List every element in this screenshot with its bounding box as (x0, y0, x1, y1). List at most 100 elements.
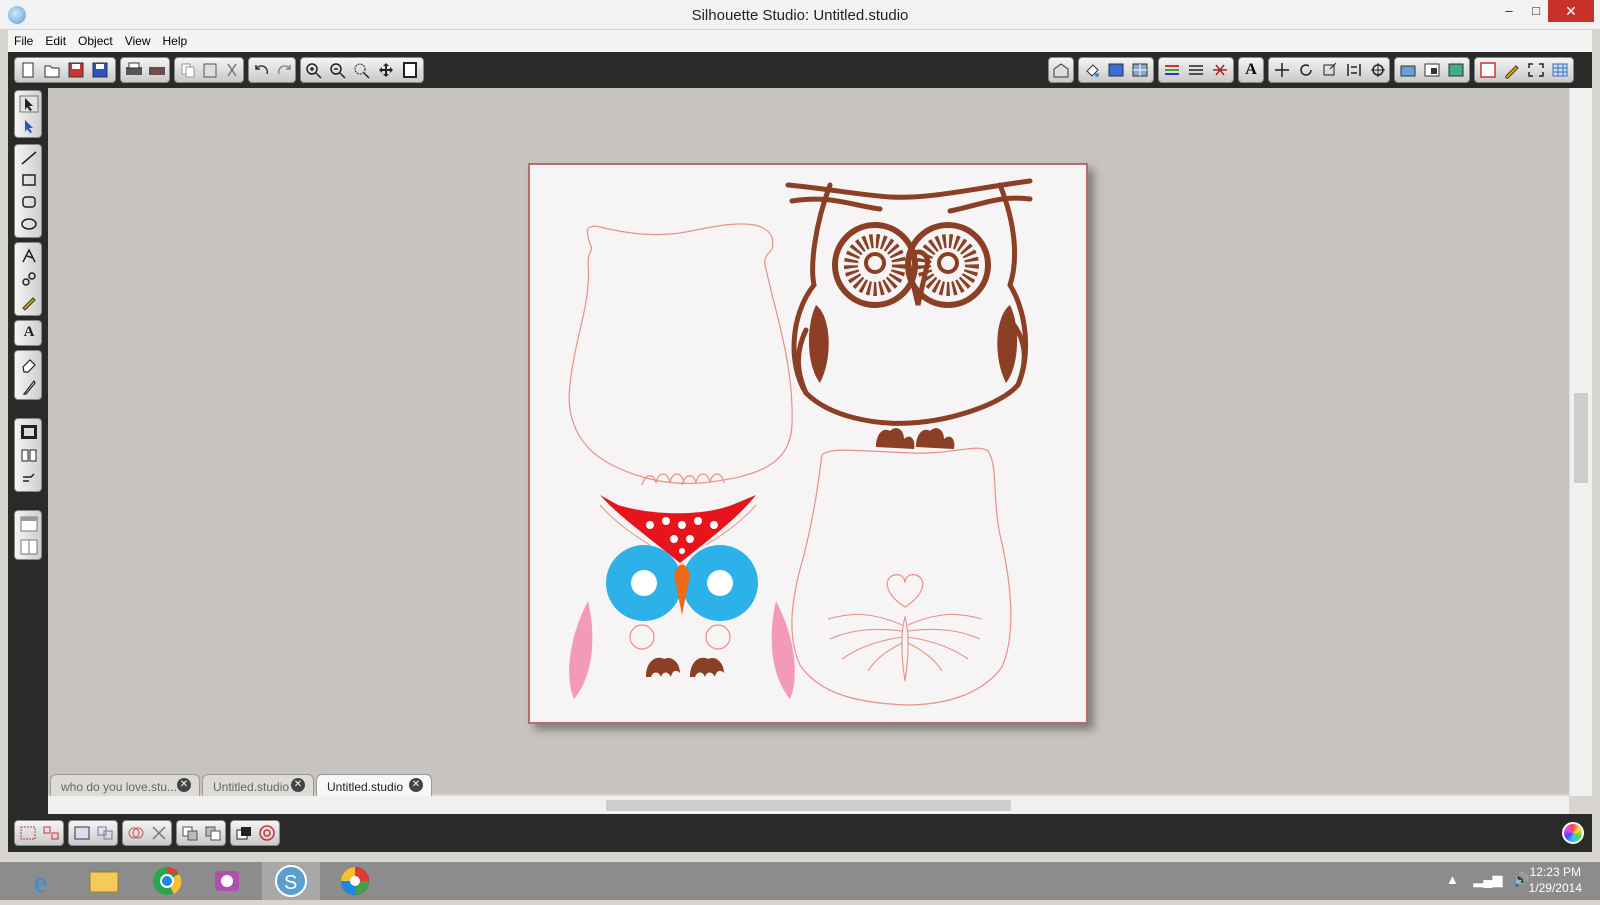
trace-icon[interactable] (1398, 61, 1418, 79)
color-wheel-icon[interactable] (1562, 822, 1584, 844)
make-compound-icon[interactable] (72, 824, 92, 842)
small-brown-feet (646, 657, 724, 677)
window-title: Silhouette Studio: Untitled.studio (691, 7, 909, 24)
ungroup-icon[interactable] (41, 824, 61, 842)
select-icon[interactable] (19, 95, 39, 113)
eraser-icon[interactable] (19, 355, 39, 373)
internet-explorer-icon[interactable]: e (16, 862, 74, 900)
line-icon[interactable] (19, 149, 39, 167)
print-cut-icon[interactable] (147, 61, 167, 79)
system-tray-icons[interactable]: ▲ ▂▄▆ 🔊 (1446, 872, 1530, 888)
minimize-button[interactable]: – (1494, 0, 1524, 22)
picasa-icon[interactable] (326, 862, 384, 900)
menu-view[interactable]: View (119, 30, 157, 48)
panel-1-icon[interactable] (19, 515, 39, 533)
modify-icon[interactable] (1446, 61, 1466, 79)
release-compound-icon[interactable] (95, 824, 115, 842)
line-style-icon[interactable] (1186, 61, 1206, 79)
close-tab-icon[interactable]: ✕ (409, 778, 423, 792)
zoom-out-icon[interactable] (328, 61, 348, 79)
silhouette-studio-icon[interactable]: S (262, 862, 320, 900)
redo-icon[interactable] (274, 61, 294, 79)
cut-settings-icon[interactable] (1210, 61, 1230, 79)
save-icon[interactable] (66, 61, 86, 79)
maximize-button[interactable]: □ (1521, 0, 1551, 22)
edit-points-icon[interactable] (19, 117, 39, 135)
fill-pattern-icon[interactable] (1130, 61, 1150, 79)
menu-file[interactable]: File (8, 30, 39, 48)
rotate-icon[interactable] (1296, 61, 1316, 79)
cutting-page[interactable] (528, 163, 1088, 724)
horizontal-scrollbar[interactable] (48, 796, 1569, 814)
print-icon[interactable] (124, 61, 144, 79)
tab-untitled-active[interactable]: Untitled.studio ✕ (316, 774, 432, 796)
vertical-scrollbar[interactable] (1569, 88, 1592, 796)
sketch-icon[interactable] (1502, 61, 1522, 79)
tab-untitled-1[interactable]: Untitled.studio ✕ (202, 774, 314, 796)
rectangle-icon[interactable] (19, 171, 39, 189)
freehand-icon[interactable] (19, 293, 39, 311)
library-icon[interactable] (1051, 61, 1071, 79)
store-icon[interactable] (19, 469, 39, 487)
fullscreen-icon[interactable] (1526, 61, 1546, 79)
offset-icon[interactable] (1422, 61, 1442, 79)
knife-icon[interactable] (19, 378, 39, 396)
ellipse-icon[interactable] (19, 215, 39, 233)
text-icon[interactable]: A (19, 324, 39, 342)
mirror-icon[interactable] (203, 824, 223, 842)
zoom-in-icon[interactable] (304, 61, 324, 79)
paste-icon[interactable] (200, 61, 220, 79)
svg-text:e: e (34, 866, 47, 899)
tab-who-do-you-love[interactable]: who do you love.stu... ✕ (50, 774, 200, 796)
save-library-icon[interactable] (90, 61, 110, 79)
cut-icon[interactable] (222, 61, 242, 79)
scale-icon[interactable] (1320, 61, 1340, 79)
clock[interactable]: 12:23 PM 1/29/2014 (1529, 864, 1582, 896)
align-icon[interactable] (1344, 61, 1364, 79)
menu-help[interactable]: Help (157, 30, 194, 48)
weld-icon[interactable] (126, 824, 146, 842)
menu-object[interactable]: Object (72, 30, 119, 48)
offset-tool-icon[interactable] (257, 824, 277, 842)
new-icon[interactable] (18, 61, 38, 79)
bring-front-icon[interactable] (234, 824, 254, 842)
fill-gradient-icon[interactable] (1106, 61, 1126, 79)
close-tab-icon[interactable]: ✕ (177, 778, 191, 792)
zoom-tools-group (300, 57, 424, 83)
page-view-icon[interactable] (19, 423, 39, 441)
copy-icon[interactable] (178, 61, 198, 79)
menu-edit[interactable]: Edit (39, 30, 72, 48)
rounded-rectangle-icon[interactable] (19, 193, 39, 211)
file-explorer-icon[interactable] (74, 862, 132, 900)
clipboard-tools-group (174, 57, 244, 83)
grid-icon[interactable] (1550, 61, 1570, 79)
curve-icon[interactable] (19, 270, 39, 288)
zoom-select-icon[interactable] (352, 61, 372, 79)
line-color-icon[interactable] (1162, 61, 1182, 79)
undo-icon[interactable] (252, 61, 272, 79)
panel-2-icon[interactable] (19, 538, 39, 556)
fit-page-icon[interactable] (400, 61, 420, 79)
library-panel-icon[interactable] (19, 446, 39, 464)
close-button[interactable]: ✕ (1548, 0, 1594, 22)
page-settings-icon[interactable] (1478, 61, 1498, 79)
pan-icon[interactable] (376, 61, 396, 79)
line-tools-group (1158, 57, 1234, 83)
move-icon[interactable] (1272, 61, 1292, 79)
history-tools-group (248, 57, 296, 83)
delete-icon[interactable] (149, 824, 169, 842)
erase-tools-group (14, 350, 42, 400)
polygon-icon[interactable] (19, 247, 39, 265)
duplicate-icon[interactable] (180, 824, 200, 842)
media-app-icon[interactable] (198, 862, 256, 900)
text-style-icon[interactable]: A (1241, 61, 1261, 79)
replicate-icon[interactable] (1368, 61, 1388, 79)
owl-feet-outline (641, 473, 725, 486)
fill-color-icon[interactable] (1082, 61, 1102, 79)
open-icon[interactable] (42, 61, 62, 79)
close-tab-icon[interactable]: ✕ (291, 778, 305, 792)
vertical-scroll-thumb[interactable] (1574, 393, 1588, 483)
chrome-icon[interactable] (138, 862, 196, 900)
horizontal-scroll-thumb[interactable] (606, 800, 1011, 811)
group-icon[interactable] (18, 824, 38, 842)
